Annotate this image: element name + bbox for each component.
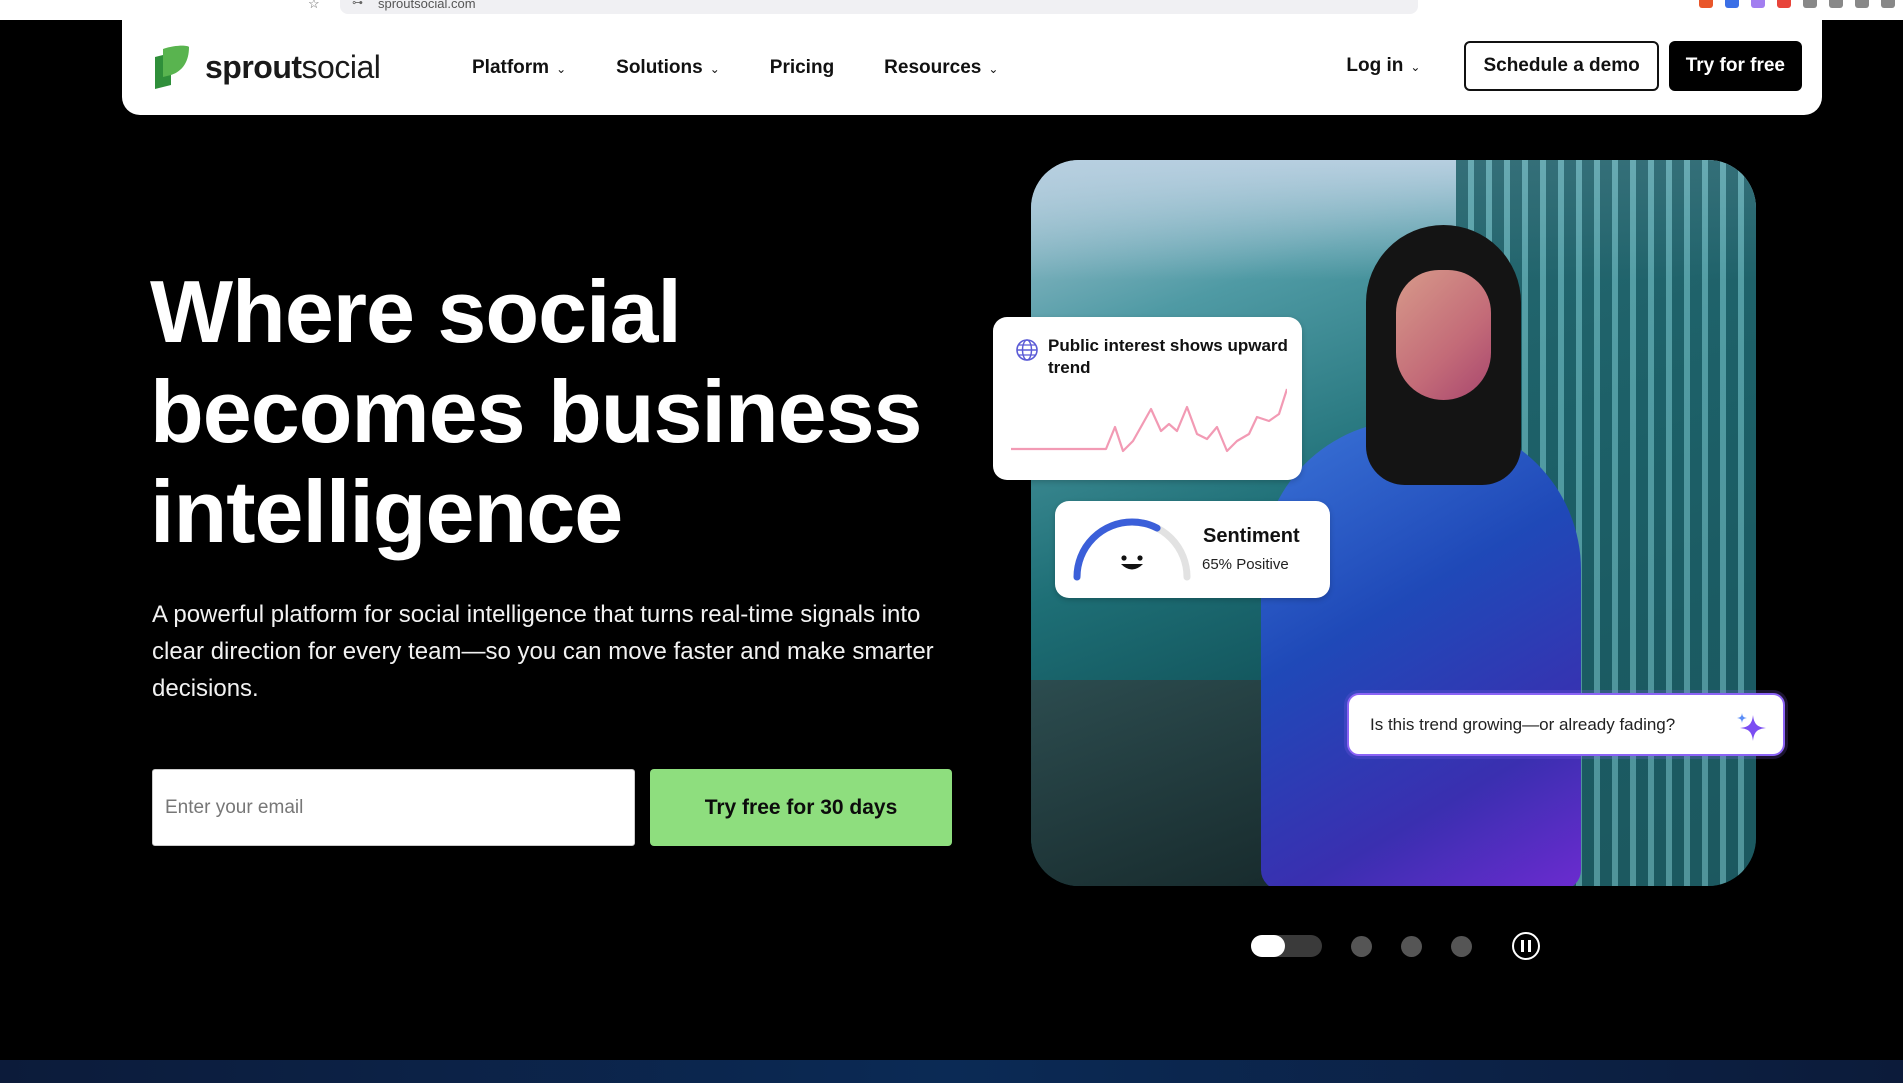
pause-icon[interactable] [1512,932,1540,960]
nav-item-solutions[interactable]: Solutions ⌄ [616,57,720,79]
nav-item-label: Solutions [616,56,703,78]
ai-question-card[interactable]: Is this trend growing—or already fading? [1347,693,1785,756]
url-text: sproutsocial.com [378,0,476,11]
photo-desk [1031,680,1291,886]
address-bar[interactable]: ⊶ sproutsocial.com [340,0,1418,14]
hero-title: Where social becomes business intelligen… [150,262,922,561]
trend-card: Public interest shows upward trend [993,317,1302,480]
sentiment-card: Sentiment 65% Positive [1055,501,1330,598]
next-section-edge [0,1060,1903,1083]
main-navigation: sproutsocial Platform ⌄ Solutions ⌄ Pric… [122,20,1822,115]
try-for-free-button[interactable]: Try for free [1668,41,1802,91]
extension-icons [1699,0,1895,8]
extension-icon[interactable] [1881,0,1895,8]
sproutsocial-logo[interactable]: sproutsocial [151,43,381,91]
carousel-dot[interactable] [1351,935,1372,957]
extension-icon[interactable] [1777,0,1791,8]
person-face [1396,270,1491,400]
chevron-down-icon: ⌄ [709,61,720,76]
nav-item-pricing[interactable]: Pricing [770,57,834,79]
login-label: Log in [1346,55,1404,76]
extension-icon[interactable] [1829,0,1843,8]
extension-icon[interactable] [1855,0,1869,8]
sentiment-title: Sentiment [1203,525,1300,547]
smile-icon [1121,555,1143,570]
nav-item-label: Pricing [769,56,835,78]
carousel-dot[interactable] [1451,935,1472,957]
sentiment-value: 65% Positive [1202,556,1289,573]
extension-icon[interactable] [1699,0,1713,8]
nav-item-label: Platform [472,56,550,78]
carousel-controls [1251,930,1540,962]
site-info-icon[interactable]: ⊶ [352,0,363,9]
email-input[interactable] [152,769,635,846]
extension-icon[interactable] [1725,0,1739,8]
nav-item-platform[interactable]: Platform ⌄ [472,57,566,79]
chevron-down-icon: ⌄ [1410,60,1421,74]
chevron-down-icon: ⌄ [988,61,999,76]
browser-toolbar: ☆ ⊶ sproutsocial.com [0,0,1903,20]
chevron-down-icon: ⌄ [556,61,567,76]
nav-actions: Log in ⌄ Schedule a demo Try for free [1346,41,1802,91]
logo-wordmark: sproutsocial [205,48,381,85]
nav-item-label: Resources [884,56,982,78]
sparkle-icon [1737,713,1766,741]
login-menu[interactable]: Log in ⌄ [1346,55,1420,77]
sentiment-gauge [1073,518,1191,581]
globe-icon [1016,339,1038,361]
bookmark-icon[interactable]: ☆ [308,0,320,12]
try-free-30-days-button[interactable]: Try free for 30 days [650,769,952,846]
person-blue-suit [1261,420,1581,886]
extension-icon[interactable] [1751,0,1765,8]
hero-subtitle: A powerful platform for social intellige… [152,601,934,702]
carousel-dot-active[interactable] [1251,935,1322,957]
carousel-dot[interactable] [1401,935,1422,957]
trend-text: Public interest shows upward trend [1048,336,1288,377]
extension-icon[interactable] [1803,0,1817,8]
nav-item-resources[interactable]: Resources ⌄ [884,57,998,79]
ai-question-text: Is this trend growing—or already fading? [1370,714,1676,734]
sprout-leaf-logo-icon [155,45,189,89]
trend-sparkline [1011,388,1287,453]
nav-menu: Platform ⌄ Solutions ⌄ Pricing Resources… [472,20,1048,115]
schedule-demo-button[interactable]: Schedule a demo [1464,41,1659,91]
